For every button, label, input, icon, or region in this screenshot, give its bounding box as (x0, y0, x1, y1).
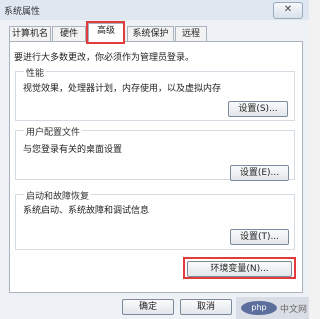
performance-title: 性能 (24, 66, 47, 79)
close-button[interactable]: ✕ (273, 2, 303, 19)
watermark-text: 中文网 (280, 305, 308, 315)
title-bar: 系统属性 ✕ (0, 0, 309, 20)
user-profiles-title: 用户配置文件 (24, 125, 83, 138)
watermark: php 中文网 (236, 297, 309, 319)
startup-recovery-title: 启动和故障恢复 (24, 189, 92, 202)
tab-hardware[interactable]: 硬件 (52, 26, 86, 42)
environment-variables-highlight (183, 257, 296, 279)
user-profiles-settings-button[interactable]: 设置(E)... (230, 165, 289, 181)
advanced-tab-highlight (86, 21, 125, 44)
window-title: 系统属性 (4, 7, 41, 17)
user-profiles-description: 与您登录有关的桌面设置 (23, 145, 123, 155)
startup-recovery-description: 系统启动、系统故障和调试信息 (23, 206, 150, 216)
tab-system-protection[interactable]: 系统保护 (127, 26, 174, 42)
startup-recovery-settings-button[interactable]: 设置(T)... (230, 229, 289, 245)
performance-settings-button[interactable]: 设置(S)... (228, 101, 288, 117)
cancel-button[interactable]: 取消 (180, 299, 232, 315)
php-logo-icon: php (241, 301, 277, 315)
system-properties-window: 系统属性 ✕ 计算机名 硬件 高级 系统保护 远程 要进行大多数更改，你必须作为… (0, 0, 309, 319)
ok-button[interactable]: 确定 (122, 299, 174, 315)
close-icon: ✕ (283, 4, 293, 15)
performance-description: 视觉效果，处理器计划，内存使用，以及虚拟内存 (23, 84, 222, 94)
tab-computer-name[interactable]: 计算机名 (9, 26, 51, 42)
tab-remote[interactable]: 远程 (175, 26, 207, 42)
admin-note: 要进行大多数更改，你必须作为管理员登录。 (14, 53, 195, 63)
